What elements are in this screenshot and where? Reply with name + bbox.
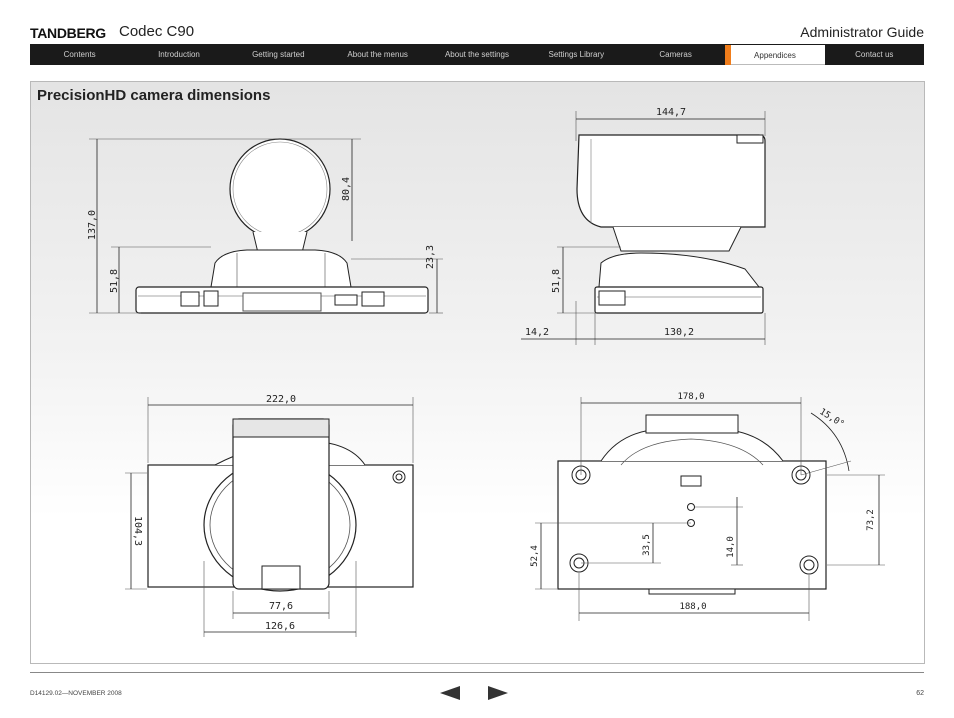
- tab-introduction[interactable]: Introduction: [129, 44, 228, 65]
- bottom-height-label: 73,2: [866, 509, 876, 531]
- footer-divider: [30, 672, 924, 673]
- product-name: Codec C90: [119, 23, 195, 40]
- tab-contents[interactable]: Contents: [30, 44, 129, 65]
- guide-title: Administrator Guide: [800, 24, 924, 40]
- top-view-drawing: 222,0 104,3 77,6 126,6: [125, 394, 414, 637]
- bottom-center-b-label: 14,0: [726, 536, 736, 558]
- tab-cameras[interactable]: Cameras: [626, 44, 725, 65]
- page-header: TANDBERG Codec C90 Administrator Guide: [30, 20, 924, 44]
- tab-contact-us[interactable]: Contact us: [825, 44, 924, 65]
- bottom-angle-label: 15,0°: [817, 407, 845, 430]
- front-head-height-label: 80,4: [341, 177, 352, 201]
- bottom-hole-spacing-label: 178,0: [677, 392, 704, 402]
- bottom-width-label: 188,0: [679, 602, 706, 612]
- tab-settings-library[interactable]: Settings Library: [527, 44, 626, 65]
- side-view-drawing: 144,7 51,8 14,2 130,2: [521, 107, 766, 345]
- brand-logo: TANDBERG: [30, 25, 106, 41]
- side-offset-label: 14,2: [525, 327, 549, 338]
- front-base-top-label: 23,3: [425, 245, 436, 269]
- previous-page-arrow-icon[interactable]: [440, 686, 460, 700]
- top-depth-label: 104,3: [132, 516, 143, 546]
- document-id: D14129.02—NOVEMBER 2008: [30, 690, 122, 697]
- tab-about-the-settings[interactable]: About the settings: [427, 44, 526, 65]
- tab-appendices[interactable]: Appendices: [725, 44, 825, 65]
- bottom-left-height-label: 52,4: [530, 545, 540, 567]
- front-base-height-label: 51,8: [109, 269, 120, 293]
- camera-dimension-drawings: 137,0 80,4 51,8 23,3 144,7 51,8 14,2 130…: [87, 107, 885, 637]
- next-page-arrow-icon[interactable]: [488, 686, 508, 700]
- top-head-width-label: 77,6: [269, 601, 293, 612]
- tab-about-the-menus[interactable]: About the menus: [328, 44, 427, 65]
- top-disk-width-label: 126,6: [265, 621, 295, 632]
- content-panel: PrecisionHD camera dimensions 137,0 80,4…: [30, 81, 925, 664]
- front-view-drawing: 137,0 80,4 51,8 23,3: [87, 138, 443, 314]
- page-number: 62: [916, 690, 924, 697]
- front-total-height-label: 137,0: [87, 210, 98, 240]
- bottom-view-drawing: 178,0 15,0° 73,2 52,4 33,5 14,0 188,0: [530, 392, 885, 621]
- side-base-depth-label: 130,2: [664, 327, 694, 338]
- bottom-center-a-label: 33,5: [642, 534, 652, 556]
- side-base-height-label: 51,8: [551, 269, 562, 293]
- tab-getting-started[interactable]: Getting started: [229, 44, 328, 65]
- top-navigation: Contents Introduction Getting started Ab…: [30, 44, 924, 65]
- top-width-label: 222,0: [266, 394, 296, 405]
- side-depth-label: 144,7: [656, 107, 686, 118]
